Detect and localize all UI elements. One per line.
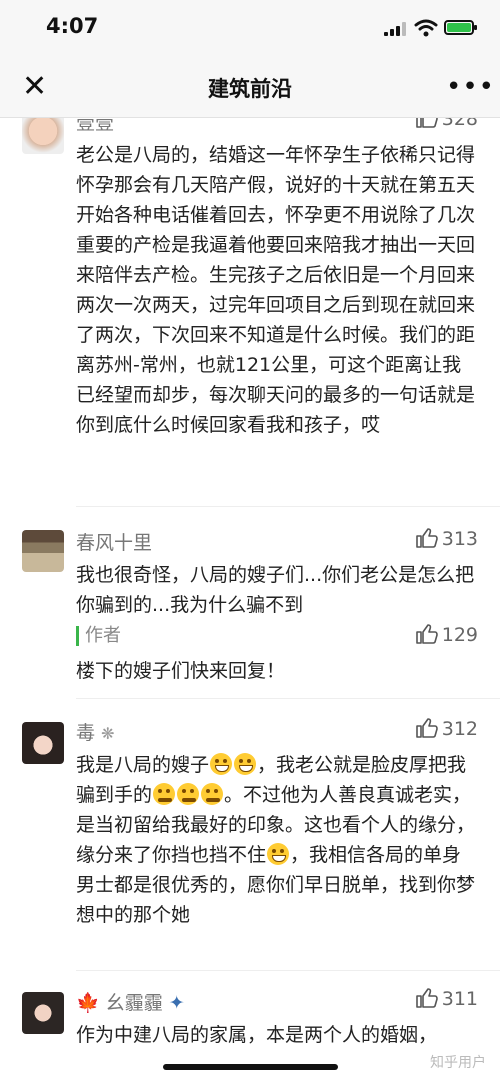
avatar[interactable] bbox=[22, 992, 64, 1034]
battery-icon bbox=[444, 20, 477, 35]
like-button[interactable]: 328 bbox=[415, 118, 478, 130]
thumbs-up-icon bbox=[415, 118, 438, 128]
comment-text: 作为中建八局的家属，本是两个人的婚姻， bbox=[76, 1024, 438, 1046]
divider bbox=[76, 506, 500, 507]
smile-emoji-icon bbox=[267, 843, 290, 865]
like-count: 328 bbox=[441, 118, 478, 130]
avatar[interactable] bbox=[22, 118, 64, 154]
divider bbox=[76, 970, 500, 971]
comment-author[interactable]: 毒 ❋ bbox=[76, 718, 114, 745]
thinking-emoji-icon bbox=[201, 783, 224, 805]
comment-list: 壹壹 328 老公是八局的，结婚这一年怀孕生子依稀只记得怀孕那会有几天陪产假，说… bbox=[0, 118, 500, 1082]
maple-leaf-icon: 🍁 bbox=[76, 992, 100, 1014]
thumbs-up-icon bbox=[415, 988, 438, 1008]
signal-icon bbox=[384, 22, 406, 36]
status-time: 4:07 bbox=[46, 14, 99, 38]
wifi-icon bbox=[414, 19, 438, 37]
thinking-emoji-icon bbox=[177, 783, 200, 805]
thumbs-up-icon bbox=[415, 624, 438, 644]
like-count: 313 bbox=[441, 528, 478, 550]
watermark: 知乎用户 bbox=[430, 1055, 486, 1071]
thumbs-up-icon bbox=[415, 718, 438, 738]
like-button[interactable]: 313 bbox=[415, 528, 478, 550]
decoration-icon: ✦ bbox=[168, 992, 185, 1014]
author-reply-label[interactable]: 作者 bbox=[76, 626, 121, 646]
comment-text: 我是八局的嫂子 ，我老公就是脸皮厚把我骗到手的 。不过他为人善良真诚老实，是当初留给… bbox=[76, 753, 476, 926]
like-count: 311 bbox=[441, 988, 478, 1010]
avatar[interactable] bbox=[22, 530, 64, 572]
status-bar: 4:07 bbox=[0, 0, 500, 56]
grin-emoji-icon bbox=[210, 753, 233, 775]
grin-emoji-icon bbox=[234, 753, 257, 775]
comment-text: 老公是八局的，结婚这一年怀孕生子依稀只记得怀孕那会有几天陪产假，说好的十天就在第… bbox=[76, 144, 476, 436]
thinking-emoji-icon bbox=[153, 783, 176, 805]
thumbs-up-icon bbox=[415, 528, 438, 548]
reply-text: 楼下的嫂子们快来回复！ bbox=[76, 660, 286, 682]
comment-author[interactable]: 春风十里 bbox=[76, 528, 152, 555]
like-button[interactable]: 311 bbox=[415, 988, 478, 1010]
comment-text: 我也很奇怪，八局的嫂子们...你们老公是怎么把你骗到的...我为什么骗不到 bbox=[76, 564, 475, 616]
more-icon[interactable]: ••• bbox=[446, 72, 495, 102]
like-button[interactable]: 312 bbox=[415, 718, 478, 740]
like-count: 129 bbox=[441, 624, 478, 646]
nav-bar: ✕ 建筑前沿 ••• bbox=[0, 56, 500, 118]
like-count: 312 bbox=[441, 718, 478, 740]
comment-author[interactable]: 🍁 幺霾霾 ✦ bbox=[76, 988, 185, 1015]
like-button[interactable]: 129 bbox=[415, 624, 478, 646]
home-indicator[interactable] bbox=[163, 1064, 338, 1070]
avatar[interactable] bbox=[22, 722, 64, 764]
divider bbox=[76, 698, 500, 699]
web-icon: ❋ bbox=[101, 724, 115, 743]
page-title: 建筑前沿 bbox=[208, 77, 292, 101]
comment-author[interactable]: 壹壹 bbox=[76, 118, 114, 135]
